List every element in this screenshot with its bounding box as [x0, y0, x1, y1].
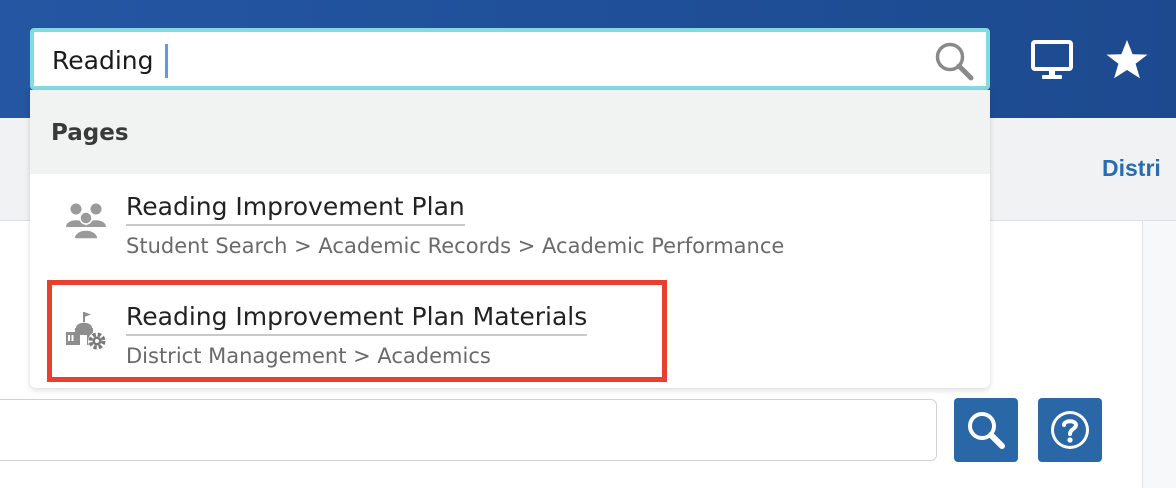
district-settings-icon: [66, 312, 106, 350]
search-icon: [968, 412, 1005, 449]
star-icon: [1106, 40, 1148, 79]
results-section-label: Pages: [51, 120, 129, 146]
right-side-panel: [1142, 221, 1176, 488]
district-nav-link[interactable]: Distri: [1102, 155, 1161, 182]
result-path: District Management > Academics: [126, 344, 491, 368]
global-search-input[interactable]: [52, 42, 912, 78]
desktop-icon: [1031, 40, 1073, 79]
help-button[interactable]: [1038, 398, 1102, 462]
result-item-reading-improvement-plan[interactable]: Reading Improvement Plan Student Search …: [30, 184, 990, 288]
page-search-button[interactable]: [954, 398, 1018, 462]
desktop-button[interactable]: [1028, 36, 1076, 84]
global-search-box[interactable]: [30, 28, 990, 90]
search-icon[interactable]: [932, 39, 976, 83]
help-icon: [1051, 411, 1089, 449]
result-path: Student Search > Academic Records > Acad…: [126, 234, 785, 258]
page-search-field[interactable]: [0, 399, 937, 461]
results-section-header: Pages: [30, 90, 990, 174]
students-group-icon: [66, 203, 106, 240]
result-title[interactable]: Reading Improvement Plan Materials: [126, 302, 588, 336]
text-caret: [165, 44, 168, 78]
search-results-dropdown: Pages Reading Improvement Plan Student S…: [30, 90, 990, 388]
favorites-button[interactable]: [1103, 36, 1151, 84]
result-item-reading-improvement-plan-materials[interactable]: Reading Improvement Plan Materials Distr…: [30, 294, 990, 388]
result-title[interactable]: Reading Improvement Plan: [126, 192, 465, 226]
